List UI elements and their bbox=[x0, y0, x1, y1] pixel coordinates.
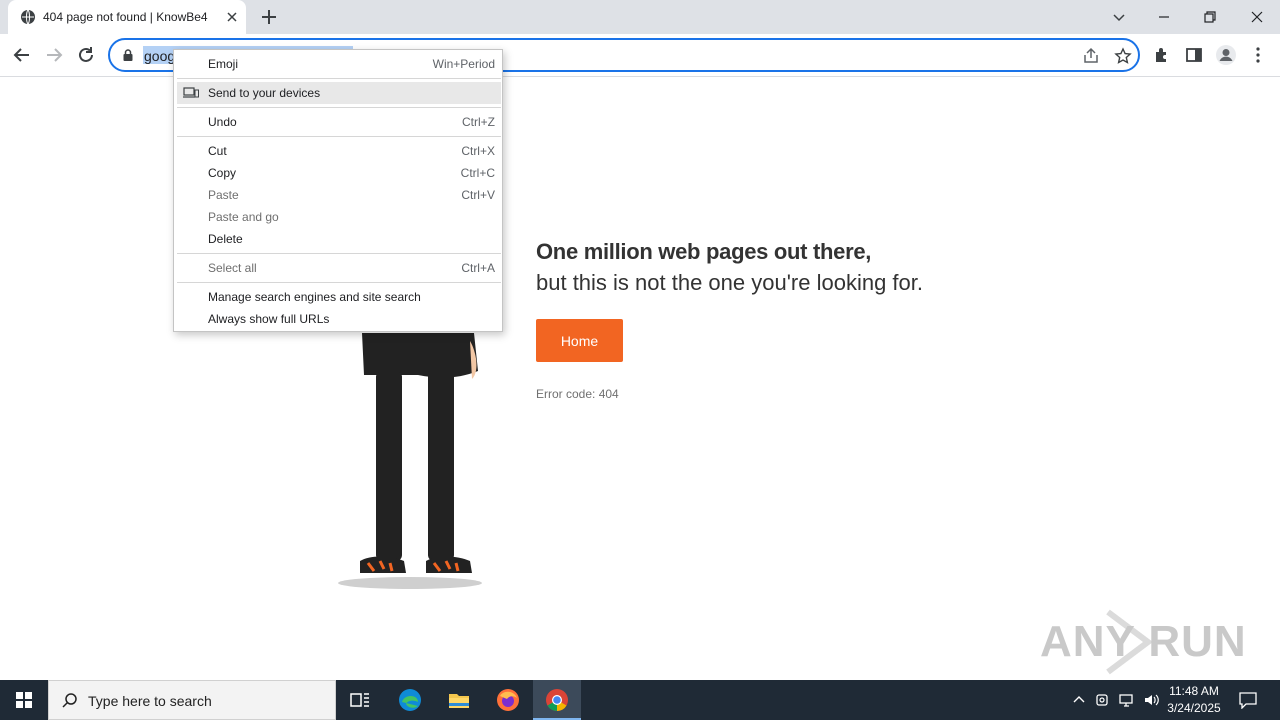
reload-icon[interactable] bbox=[76, 45, 96, 65]
menu-item-label: Paste bbox=[208, 188, 239, 202]
back-arrow-icon[interactable] bbox=[12, 45, 32, 65]
menu-separator bbox=[177, 253, 501, 254]
firefox-icon bbox=[497, 689, 519, 711]
close-icon[interactable] bbox=[1246, 6, 1268, 28]
menu-item-undo[interactable]: Undo Ctrl+Z bbox=[177, 111, 501, 133]
error-subheading: but this is not the one you're looking f… bbox=[536, 270, 923, 295]
edge-app[interactable] bbox=[386, 680, 434, 720]
menu-item-paste-and-go[interactable]: Paste and go bbox=[177, 206, 501, 228]
error-heading: One million web pages out there, bbox=[536, 239, 872, 264]
lock-icon[interactable] bbox=[121, 48, 135, 62]
side-panel-icon[interactable] bbox=[1184, 45, 1204, 65]
network-icon[interactable] bbox=[1118, 691, 1136, 709]
file-explorer-app[interactable] bbox=[435, 680, 483, 720]
share-icon[interactable] bbox=[1082, 47, 1100, 65]
error-code: Error code: 404 bbox=[536, 387, 619, 401]
menu-item-shortcut: Win+Period bbox=[432, 57, 495, 71]
menu-separator bbox=[177, 282, 501, 283]
menu-item-cut[interactable]: Cut Ctrl+X bbox=[177, 140, 501, 162]
menu-item-label: Always show full URLs bbox=[208, 312, 330, 326]
chevron-up-icon[interactable] bbox=[1070, 691, 1088, 709]
star-icon[interactable] bbox=[1114, 47, 1132, 65]
menu-item-emoji[interactable]: Emoji Win+Period bbox=[177, 53, 501, 75]
menu-item-manage-search-engines[interactable]: Manage search engines and site search bbox=[177, 286, 501, 308]
menu-item-send-to-devices[interactable]: Send to your devices bbox=[177, 82, 501, 104]
kebab-menu-icon[interactable] bbox=[1248, 45, 1268, 65]
restore-icon[interactable] bbox=[1199, 6, 1221, 28]
avatar-icon[interactable] bbox=[1215, 44, 1237, 66]
menu-item-label: Select all bbox=[208, 261, 257, 275]
menu-item-label: Cut bbox=[208, 144, 227, 158]
meet-now-icon[interactable] bbox=[1094, 691, 1112, 709]
chevron-down-icon[interactable] bbox=[1108, 6, 1130, 28]
menu-item-label: Paste and go bbox=[208, 210, 279, 224]
menu-item-delete[interactable]: Delete bbox=[177, 228, 501, 250]
menu-item-label: Manage search engines and site search bbox=[208, 290, 421, 304]
menu-item-label: Emoji bbox=[208, 57, 239, 71]
tab-title: 404 page not found | KnowBe4 bbox=[43, 10, 208, 24]
menu-separator bbox=[177, 107, 501, 108]
menu-item-label: Delete bbox=[208, 232, 243, 246]
person-legs-illustration bbox=[338, 333, 482, 589]
menu-separator bbox=[177, 78, 501, 79]
task-view-icon bbox=[350, 693, 369, 707]
puzzle-icon[interactable] bbox=[1152, 45, 1172, 65]
menu-item-always-show-full-urls[interactable]: Always show full URLs bbox=[177, 308, 501, 330]
notification-icon[interactable] bbox=[1238, 691, 1258, 709]
chrome-icon bbox=[546, 689, 568, 711]
menu-item-label: Send to your devices bbox=[208, 86, 321, 100]
context-menu: Emoji Win+Period Send to your devices Un… bbox=[173, 49, 503, 332]
plus-icon[interactable] bbox=[260, 8, 278, 26]
windows-start-icon[interactable] bbox=[0, 680, 48, 720]
chrome-app[interactable] bbox=[533, 680, 581, 720]
menu-item-shortcut: Ctrl+Z bbox=[462, 115, 495, 129]
task-view-button[interactable] bbox=[336, 680, 384, 720]
watermark-text: ANY RUN bbox=[1040, 617, 1247, 666]
close-icon[interactable] bbox=[224, 9, 240, 25]
minimize-icon[interactable] bbox=[1153, 6, 1175, 28]
menu-item-paste[interactable]: Paste Ctrl+V bbox=[177, 184, 501, 206]
taskbar-search[interactable]: Type here to search bbox=[48, 680, 336, 720]
globe-icon bbox=[21, 9, 35, 25]
url-text[interactable]: goog bbox=[143, 48, 177, 64]
search-icon bbox=[62, 693, 77, 708]
firefox-app[interactable] bbox=[484, 680, 532, 720]
clock-date: 3/24/2025 bbox=[1167, 701, 1221, 715]
menu-item-copy[interactable]: Copy Ctrl+C bbox=[177, 162, 501, 184]
home-button[interactable]: Home bbox=[536, 319, 623, 362]
tab-strip: 404 page not found | KnowBe4 bbox=[0, 0, 1280, 34]
system-clock[interactable]: 11:48 AM 3/24/2025 bbox=[1163, 683, 1225, 717]
menu-item-shortcut: Ctrl+X bbox=[461, 144, 495, 158]
search-placeholder: Type here to search bbox=[88, 693, 212, 709]
clock-time: 11:48 AM bbox=[1169, 684, 1219, 698]
menu-item-shortcut: Ctrl+V bbox=[461, 188, 495, 202]
menu-separator bbox=[177, 136, 501, 137]
menu-item-select-all[interactable]: Select all Ctrl+A bbox=[177, 257, 501, 279]
taskbar: Type here to search 11:48 AM 3/24/2025 bbox=[0, 680, 1280, 720]
menu-item-label: Copy bbox=[208, 166, 237, 180]
file-explorer-icon bbox=[449, 694, 469, 708]
menu-item-shortcut: Ctrl+A bbox=[461, 261, 495, 275]
menu-item-label: Undo bbox=[208, 115, 237, 129]
edge-icon bbox=[399, 689, 421, 711]
forward-arrow-icon[interactable] bbox=[44, 45, 64, 65]
browser-tab[interactable]: 404 page not found | KnowBe4 bbox=[8, 0, 246, 34]
devices-icon bbox=[183, 87, 199, 98]
menu-item-shortcut: Ctrl+C bbox=[460, 166, 495, 180]
volume-icon[interactable] bbox=[1142, 691, 1160, 709]
